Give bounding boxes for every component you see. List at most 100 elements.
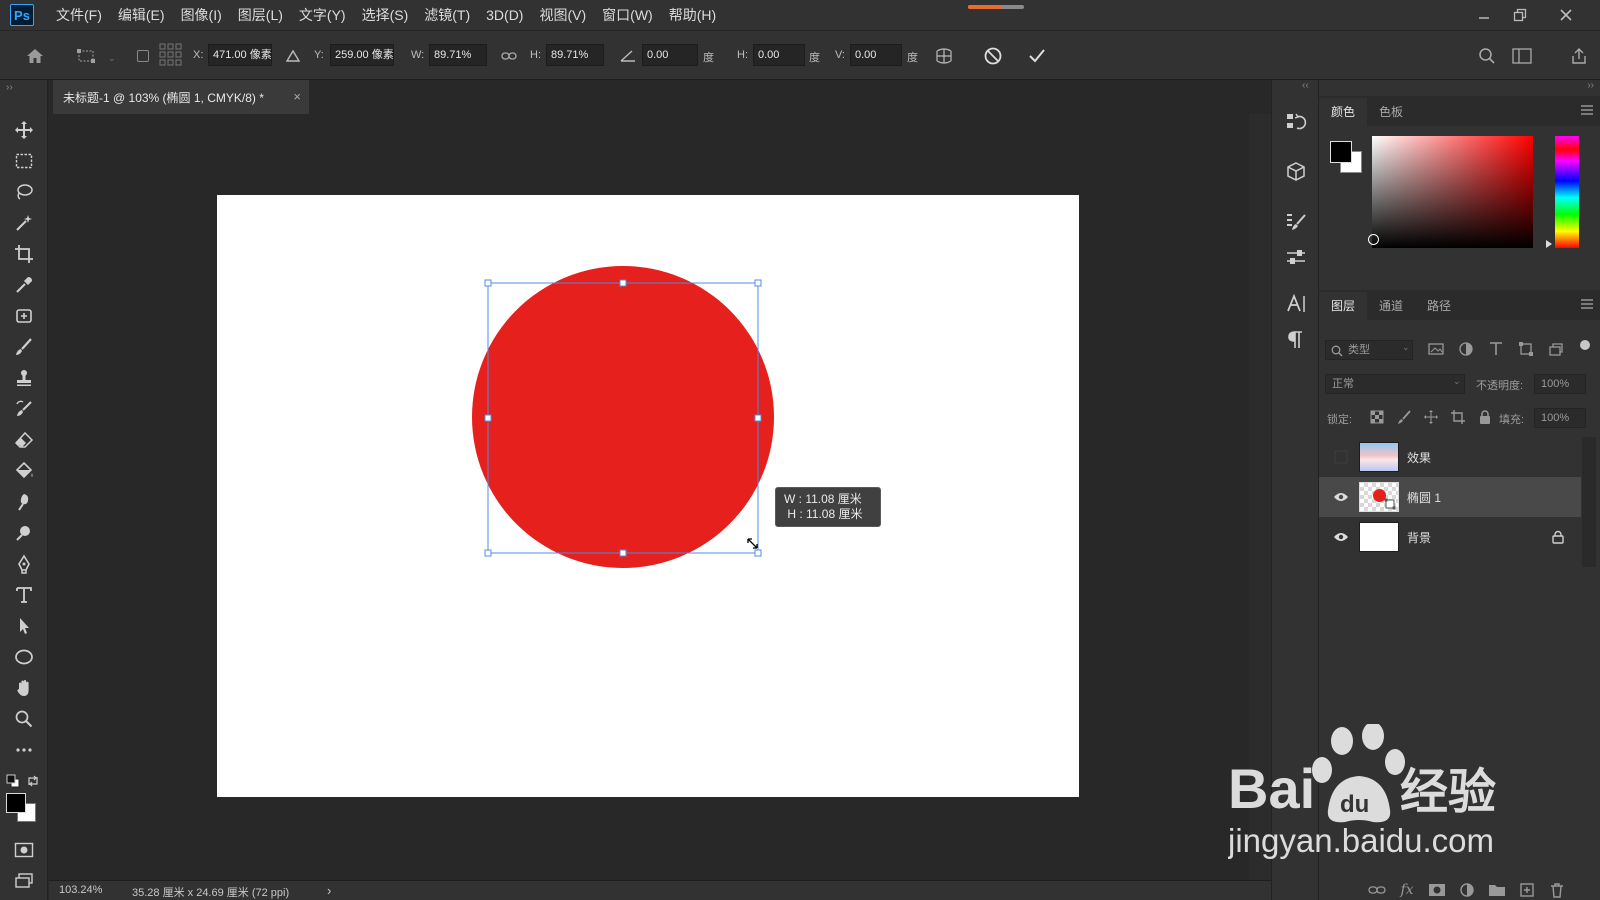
chevron-down-icon[interactable]: ⌄ [108,53,116,64]
type-tool-icon[interactable] [10,581,38,609]
layer-name-background[interactable]: 背景 [1407,529,1431,546]
eye-icon[interactable] [1331,490,1351,504]
y-field[interactable]: 259.00 像素 [330,44,394,66]
filter-toggle-icon[interactable] [1580,340,1590,350]
opacity-field[interactable]: 100% [1534,374,1586,394]
default-colors-icon[interactable] [6,774,20,788]
status-menu-arrow[interactable]: › [327,883,331,898]
filter-pixel-icon[interactable] [1427,340,1445,358]
move-tool-icon[interactable] [10,116,38,144]
share-icon[interactable] [1567,44,1591,68]
photoshop-logo[interactable]: Ps [10,4,34,26]
layer-row-background[interactable]: 背景 [1319,517,1581,557]
document-tab[interactable]: 未标题-1 @ 103% (椭圆 1, CMYK/8) * × [53,80,309,114]
lock-position-icon[interactable] [1423,409,1439,425]
menu-filter[interactable]: 滤镜(T) [416,0,478,30]
adjustment-layer-icon[interactable] [1457,882,1477,898]
blend-mode-select[interactable]: 正常 [1325,374,1465,394]
hue-slider[interactable] [1555,136,1579,248]
panel-menu-icon[interactable] [1580,298,1594,310]
transform-tool-icon[interactable] [74,44,98,68]
workspace-icon[interactable] [1510,44,1534,68]
paragraph-panel-icon[interactable] [1284,328,1308,352]
lock-all-icon[interactable] [1477,409,1493,425]
new-layer-icon[interactable] [1517,882,1537,898]
height-field[interactable]: 89.71% [546,44,604,66]
ellipse-tool-icon[interactable] [10,643,38,671]
menu-3d[interactable]: 3D(D) [478,0,531,30]
home-icon[interactable] [23,44,47,68]
skew-h-field[interactable]: 0.00 [753,44,805,66]
menu-file[interactable]: 文件(F) [48,0,110,30]
zoom-level[interactable]: 103.24% [59,884,102,896]
quick-mask-icon[interactable] [10,836,38,864]
handle-top-left[interactable] [484,279,492,287]
restore-icon[interactable] [1502,0,1538,30]
handle-bottom-left[interactable] [484,549,492,557]
dodge-tool-icon[interactable] [10,519,38,547]
collapse-arrows-icon[interactable]: ›› [1587,80,1594,91]
marquee-tool-icon[interactable] [10,147,38,175]
panel-menu-icon[interactable] [1580,104,1594,116]
handle-bottom-right[interactable] [754,549,762,557]
tab-swatches[interactable]: 色板 [1367,98,1415,126]
healing-brush-icon[interactable] [10,302,38,330]
new-group-icon[interactable] [1487,882,1507,898]
menu-layer[interactable]: 图层(L) [230,0,291,30]
swap-colors-icon[interactable] [26,774,40,788]
eraser-tool-icon[interactable] [10,426,38,454]
canvas[interactable] [217,195,1079,797]
magic-wand-icon[interactable] [10,209,38,237]
menu-view[interactable]: 视图(V) [531,0,594,30]
red-circle-shape[interactable] [472,266,774,568]
lock-artboard-icon[interactable] [1450,409,1466,425]
collapse-arrows-icon[interactable]: ‹‹ [1302,80,1309,91]
handle-bottom-center[interactable] [619,549,627,557]
visibility-toggle-off[interactable] [1331,450,1351,464]
angle-field[interactable]: 0.00 [642,44,698,66]
filter-adjustment-icon[interactable] [1457,340,1475,358]
menu-type[interactable]: 文字(Y) [291,0,354,30]
menu-edit[interactable]: 编辑(E) [110,0,173,30]
filter-type-icon[interactable] [1487,340,1505,358]
skew-v-field[interactable]: 0.00 [850,44,902,66]
paint-bucket-icon[interactable] [10,457,38,485]
foreground-color-swatch[interactable] [6,793,26,813]
tab-channels[interactable]: 通道 [1367,292,1415,320]
path-selection-icon[interactable] [10,612,38,640]
cancel-transform-icon[interactable] [981,44,1005,68]
color-picker-field[interactable] [1368,136,1533,248]
handle-middle-left[interactable] [484,414,492,422]
commit-transform-icon[interactable] [1025,44,1049,68]
close-tab-icon[interactable]: × [293,89,301,104]
layer-name-effects[interactable]: 效果 [1407,449,1431,466]
reference-point-grid-icon[interactable] [159,43,183,67]
zoom-tool-icon[interactable] [10,705,38,733]
menu-window[interactable]: 窗口(W) [594,0,661,30]
filter-shape-icon[interactable] [1517,340,1535,358]
3d-panel-icon[interactable] [1284,160,1308,184]
screen-mode-icon[interactable] [10,867,38,895]
lasso-tool-icon[interactable] [10,178,38,206]
smudge-tool-icon[interactable] [10,488,38,516]
hand-tool-icon[interactable] [10,674,38,702]
filter-smart-object-icon[interactable] [1547,340,1565,358]
collapse-arrows-icon[interactable]: ›› [6,82,13,93]
history-brush-icon[interactable] [10,395,38,423]
close-window-icon[interactable] [1548,0,1584,30]
adjustments-icon[interactable] [1284,245,1308,269]
reference-point-checkbox[interactable] [137,50,149,62]
lock-pixels-icon[interactable] [1396,409,1412,425]
color-picker-cursor[interactable] [1368,234,1379,245]
brush-settings-icon[interactable] [1284,210,1308,234]
delta-icon[interactable] [281,44,305,68]
link-layers-icon[interactable] [1367,882,1387,898]
layer-name-ellipse[interactable]: 椭圆 1 [1407,489,1441,506]
more-tools-icon[interactable] [10,736,38,764]
chevron-down-icon[interactable]: ⌄ [1402,342,1410,353]
stamp-tool-icon[interactable] [10,364,38,392]
brush-tool-icon[interactable] [10,333,38,361]
tab-color[interactable]: 颜色 [1319,98,1368,126]
search-icon[interactable] [1475,44,1499,68]
rotate-angle-icon[interactable] [616,44,640,68]
